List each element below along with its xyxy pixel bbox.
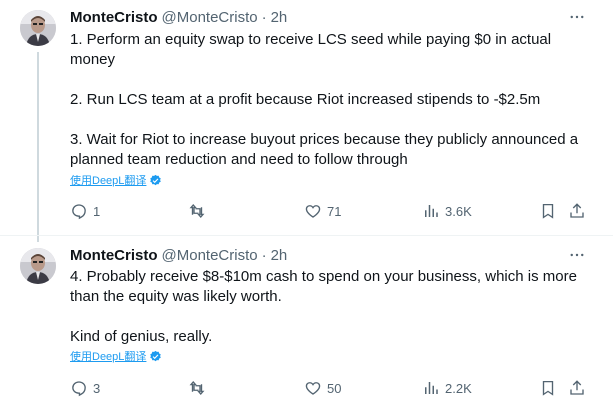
action-bar: 3 50 2.2K xyxy=(70,377,593,399)
retweet-icon xyxy=(189,380,205,396)
retweet-icon xyxy=(189,203,205,219)
share-button[interactable] xyxy=(568,200,586,222)
author-handle[interactable]: @MonteCristo xyxy=(162,247,258,264)
more-icon[interactable] xyxy=(567,245,587,265)
reply-button[interactable]: 3 xyxy=(70,377,100,399)
views-button[interactable]: 2.2K xyxy=(422,377,472,399)
tweet-header: MonteCristo @MonteCristo · 2h xyxy=(70,7,287,27)
avatar[interactable] xyxy=(20,10,56,46)
timestamp[interactable]: 2h xyxy=(271,9,288,26)
tweet-header: MonteCristo @MonteCristo · 2h xyxy=(70,245,287,265)
translate-link[interactable]: 使用DeepL翻译 xyxy=(70,348,162,364)
bookmark-icon xyxy=(542,203,554,219)
translate-label[interactable]: 使用DeepL翻译 xyxy=(70,172,146,188)
like-button[interactable]: 71 xyxy=(304,200,341,222)
views-count: 2.2K xyxy=(445,380,472,396)
deepl-badge-icon xyxy=(150,174,162,185)
bookmark-button[interactable] xyxy=(539,200,557,222)
views-icon xyxy=(425,382,438,394)
separator: · xyxy=(261,246,267,264)
views-icon xyxy=(425,205,438,217)
tweet-text: 1. Perform an equity swap to receive LCS… xyxy=(70,31,579,168)
like-icon xyxy=(305,382,321,395)
bookmark-button[interactable] xyxy=(539,377,557,399)
deepl-badge-icon xyxy=(150,350,162,361)
share-button[interactable] xyxy=(568,377,586,399)
translate-label[interactable]: 使用DeepL翻译 xyxy=(70,348,146,364)
tweet-text: 4. Probably receive $8-$10m cash to spen… xyxy=(70,268,577,345)
bookmark-icon xyxy=(542,380,554,396)
separator: · xyxy=(261,8,267,26)
like-button[interactable]: 50 xyxy=(304,377,341,399)
reply-count: 1 xyxy=(93,203,101,219)
reply-icon xyxy=(72,381,86,397)
retweet-button[interactable] xyxy=(188,377,211,399)
like-icon xyxy=(305,205,321,218)
tweet[interactable]: MonteCristo @MonteCristo · 2h 4. Probabl… xyxy=(0,236,613,417)
more-icon[interactable] xyxy=(567,7,587,27)
translate-link[interactable]: 使用DeepL翻译 xyxy=(70,172,162,188)
action-bar: 1 71 3.6K xyxy=(70,200,593,222)
reply-button[interactable]: 1 xyxy=(70,200,100,222)
reply-icon xyxy=(72,204,86,220)
author-handle[interactable]: @MonteCristo xyxy=(162,9,258,26)
share-icon xyxy=(570,380,584,395)
reply-count: 3 xyxy=(93,380,101,396)
views-count: 3.6K xyxy=(445,203,472,219)
share-icon xyxy=(570,203,584,218)
like-count: 50 xyxy=(327,380,342,396)
author-name[interactable]: MonteCristo xyxy=(70,9,158,26)
author-name[interactable]: MonteCristo xyxy=(70,247,158,264)
avatar[interactable] xyxy=(20,248,56,284)
retweet-button[interactable] xyxy=(188,200,211,222)
timestamp[interactable]: 2h xyxy=(271,247,288,264)
like-count: 71 xyxy=(327,203,342,219)
tweet[interactable]: MonteCristo @MonteCristo · 2h 1. Perform… xyxy=(0,0,613,236)
views-button[interactable]: 3.6K xyxy=(422,200,472,222)
